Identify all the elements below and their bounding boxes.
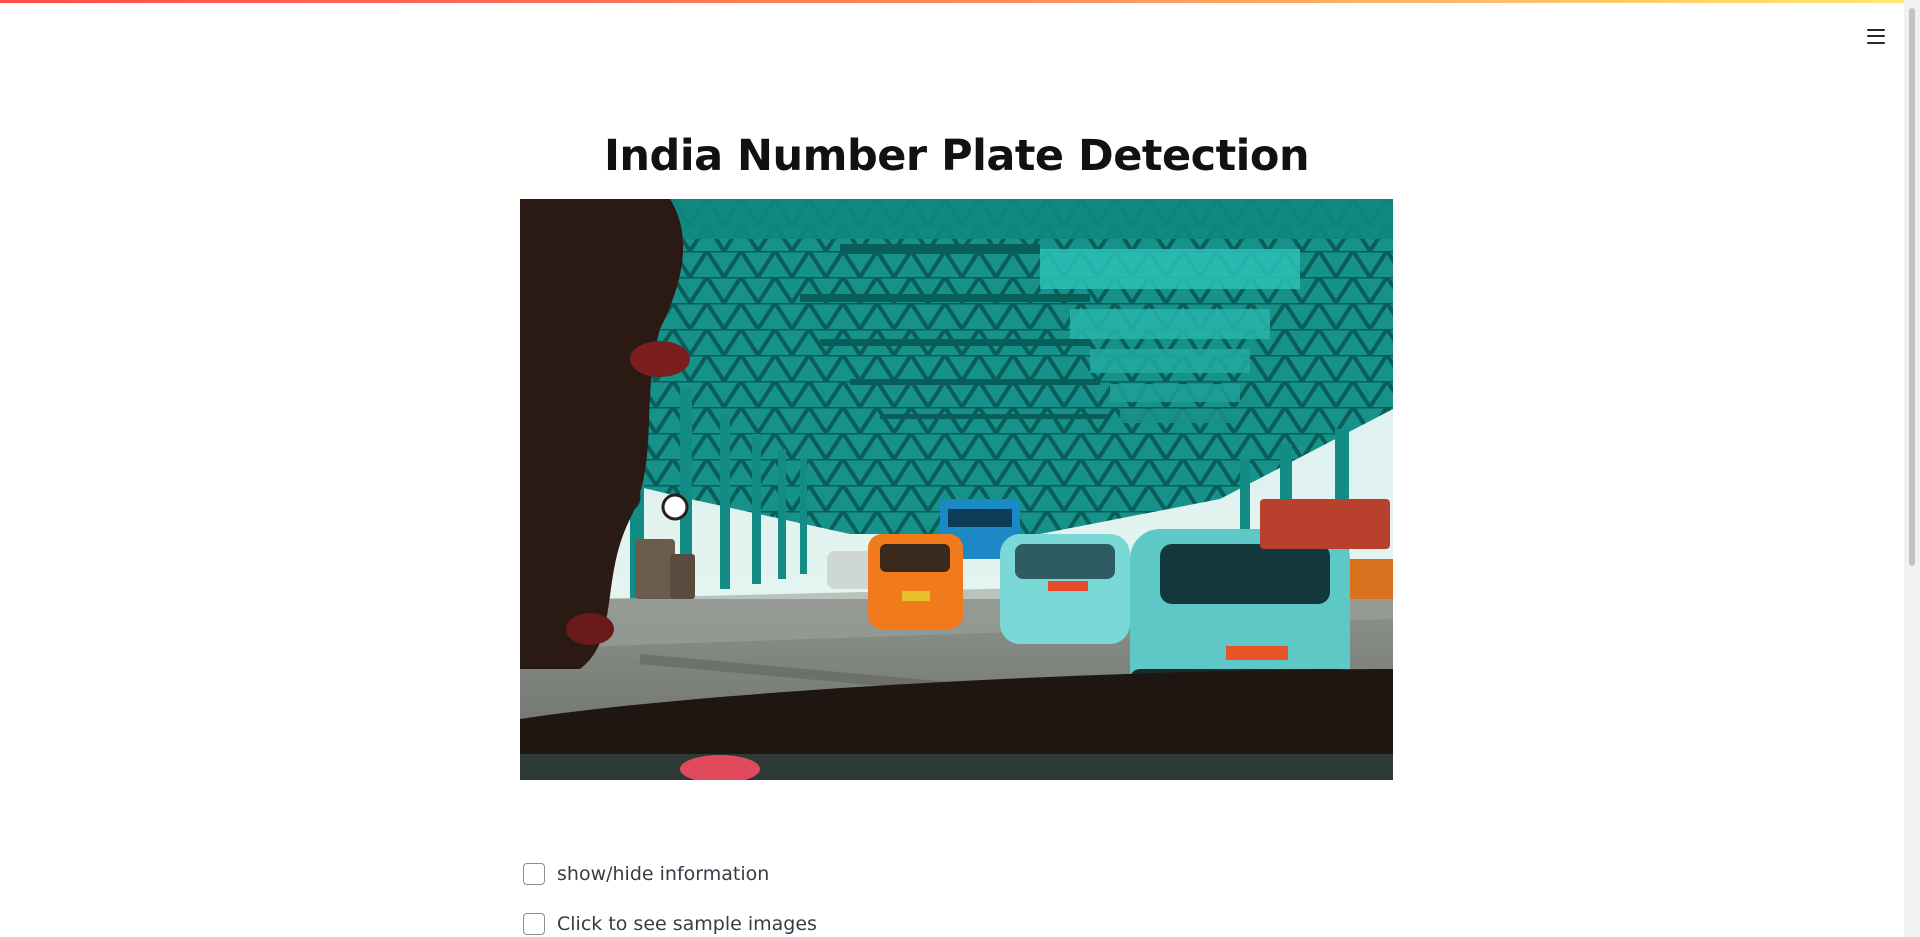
main-menu-button[interactable] xyxy=(1862,22,1890,50)
bridge-traffic-photo xyxy=(520,199,1393,780)
page-title: India Number Plate Detection xyxy=(603,131,1310,181)
checkbox-input[interactable] xyxy=(523,913,545,935)
sample-images-checkbox[interactable]: Click to see sample images xyxy=(520,913,817,935)
show-hide-information-checkbox[interactable]: show/hide information xyxy=(520,863,769,885)
checkbox-label: Click to see sample images xyxy=(557,913,817,935)
page-scrollbar[interactable] xyxy=(1904,0,1920,937)
checkbox-label: show/hide information xyxy=(557,863,770,885)
top-decoration-bar xyxy=(0,0,1920,3)
main-content: India Number Plate Detection xyxy=(520,120,1393,780)
scrollbar-thumb[interactable] xyxy=(1909,8,1915,566)
checkbox-input[interactable] xyxy=(523,863,545,885)
hero-image xyxy=(520,199,1393,780)
hamburger-menu-icon xyxy=(1867,28,1885,44)
